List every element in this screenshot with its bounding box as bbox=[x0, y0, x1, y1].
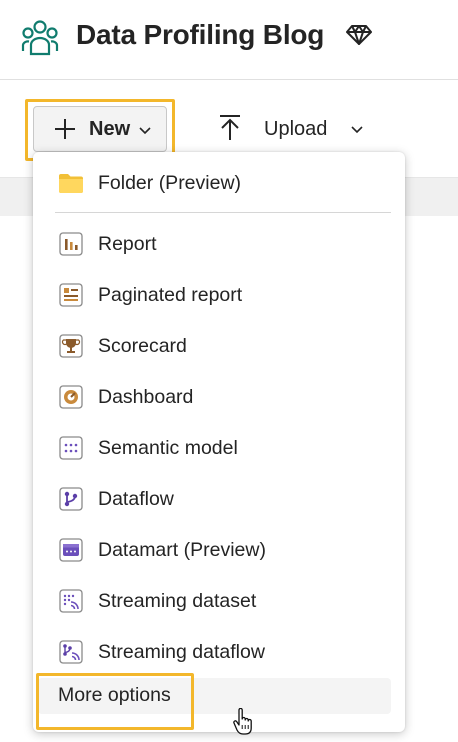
datamart-icon bbox=[59, 538, 83, 562]
menu-item-label: Report bbox=[98, 233, 157, 255]
menu-item-semantic-model[interactable]: Semantic model bbox=[33, 425, 405, 471]
menu-item-paginated-report[interactable]: Paginated report bbox=[33, 272, 405, 318]
menu-item-folder[interactable]: Folder (Preview) bbox=[33, 160, 405, 206]
dataflow-icon bbox=[59, 487, 83, 511]
upload-label: Upload bbox=[264, 118, 328, 140]
menu-item-label: Streaming dataflow bbox=[98, 641, 265, 663]
dashboard-icon bbox=[59, 385, 83, 409]
workspace-people-icon bbox=[21, 20, 59, 56]
menu-item-label: Semantic model bbox=[98, 437, 238, 459]
menu-item-streaming-dataset[interactable]: Streaming dataset bbox=[33, 578, 405, 624]
menu-divider bbox=[55, 212, 391, 213]
streaming-dataflow-icon bbox=[59, 640, 83, 664]
streaming-dataset-icon bbox=[59, 589, 83, 613]
menu-item-scorecard[interactable]: Scorecard bbox=[33, 323, 405, 369]
menu-item-label: Datamart (Preview) bbox=[98, 539, 266, 561]
workspace-title: Data Profiling Blog bbox=[76, 19, 325, 50]
upload-arrow-icon bbox=[220, 115, 240, 140]
menu-item-dashboard[interactable]: Dashboard bbox=[33, 374, 405, 420]
menu-item-label: Dataflow bbox=[98, 488, 174, 510]
menu-item-label: Dashboard bbox=[98, 386, 194, 408]
new-item-menu: Folder (Preview) Report Paginated report bbox=[33, 152, 405, 732]
chevron-down-icon bbox=[351, 126, 363, 134]
more-options-highlight bbox=[36, 673, 194, 730]
premium-diamond-icon bbox=[346, 25, 372, 45]
menu-item-label: Folder (Preview) bbox=[98, 172, 242, 194]
semantic-model-icon bbox=[59, 436, 83, 460]
menu-item-label: Paginated report bbox=[98, 284, 243, 306]
scorecard-icon bbox=[59, 334, 83, 358]
menu-item-label: Scorecard bbox=[98, 335, 187, 357]
menu-item-dataflow[interactable]: Dataflow bbox=[33, 476, 405, 522]
folder-icon bbox=[59, 174, 83, 193]
report-icon bbox=[59, 232, 83, 256]
menu-item-report[interactable]: Report bbox=[33, 221, 405, 267]
hand-pointer-cursor-icon bbox=[233, 708, 252, 735]
paginated-report-icon bbox=[59, 283, 83, 307]
menu-item-datamart[interactable]: Datamart (Preview) bbox=[33, 527, 405, 573]
workspace-header: Data Profiling Blog bbox=[0, 0, 458, 80]
menu-item-streaming-dataflow[interactable]: Streaming dataflow bbox=[33, 629, 405, 675]
menu-item-label: Streaming dataset bbox=[98, 590, 257, 612]
